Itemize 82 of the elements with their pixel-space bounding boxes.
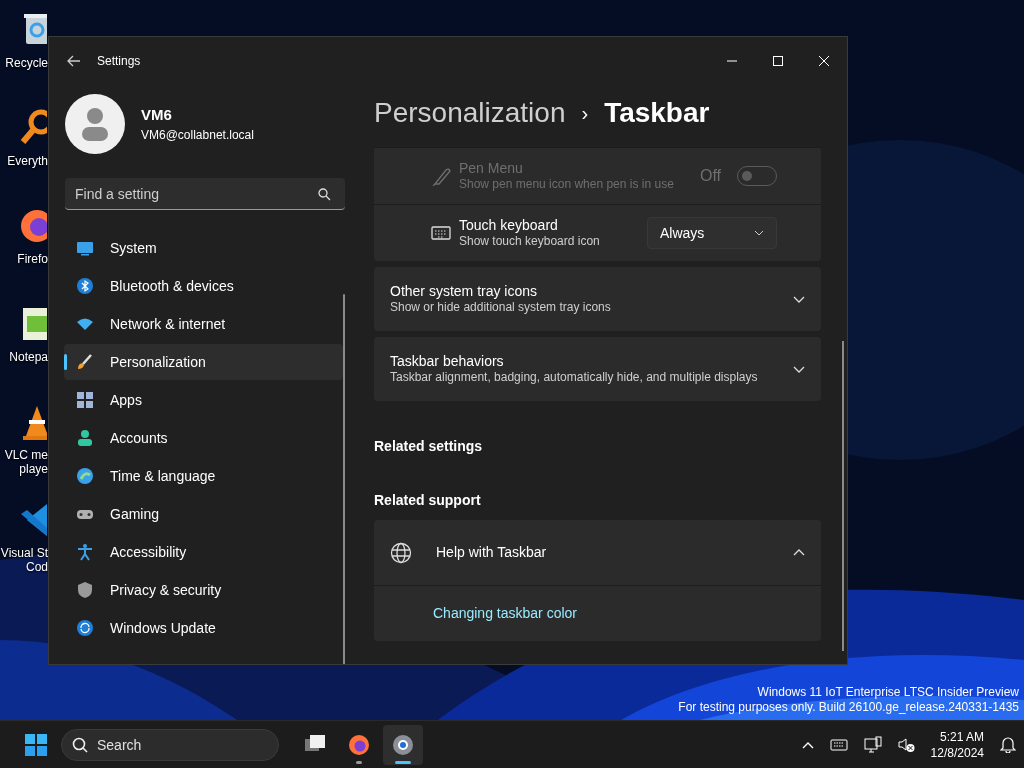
scrollbar[interactable] bbox=[842, 341, 844, 651]
nav-item[interactable]: Gaming bbox=[64, 496, 343, 532]
expander-header[interactable]: Help with Taskbar bbox=[374, 520, 821, 586]
pen-icon bbox=[431, 166, 451, 186]
setting-description: Show touch keyboard icon bbox=[459, 234, 601, 249]
setting-title: Pen Menu bbox=[459, 160, 524, 177]
chevron-down-icon bbox=[793, 295, 805, 303]
grid-icon bbox=[76, 391, 94, 409]
account-email: VM6@collabnet.local bbox=[141, 127, 254, 145]
maximize-icon bbox=[772, 55, 784, 67]
paintbrush-icon bbox=[76, 353, 94, 371]
dropdown[interactable]: Always bbox=[647, 217, 777, 249]
person-icon bbox=[80, 107, 110, 141]
page-title: Taskbar bbox=[604, 96, 710, 130]
clock-time: 5:21 AM bbox=[938, 728, 984, 745]
globe-icon bbox=[76, 467, 94, 485]
nav-item[interactable]: Network & internet bbox=[64, 306, 343, 342]
desktop-icon-label[interactable]: Visual St Cod bbox=[0, 546, 48, 574]
scrollbar[interactable] bbox=[343, 294, 345, 664]
chevron-up-icon bbox=[793, 549, 805, 556]
browser-icon bbox=[347, 732, 371, 757]
chevron-up-icon[interactable] bbox=[801, 740, 814, 749]
section-heading: Related support bbox=[374, 491, 482, 510]
selection-indicator bbox=[64, 354, 67, 370]
settings-search-field[interactable]: Find a setting bbox=[65, 178, 345, 210]
person-icon bbox=[76, 429, 94, 447]
taskbar-app[interactable] bbox=[383, 724, 423, 765]
build-info-line: For testing purposes only. Build 26100.ge_release.240331-1435 bbox=[678, 700, 1019, 715]
taskbar-search-field[interactable]: Search bbox=[61, 728, 279, 761]
desktop-icon-label[interactable]: VLC me playe bbox=[4, 448, 48, 476]
expander[interactable]: Other system tray icons Show or hide additional system tray icons bbox=[374, 267, 821, 331]
setting-title: Touch keyboard bbox=[459, 217, 559, 234]
breadcrumb-separator: › bbox=[581, 101, 589, 126]
refresh-icon bbox=[76, 619, 94, 637]
help-link[interactable]: Changing taskbar color bbox=[433, 603, 577, 624]
setting-description: Show or hide additional system tray icons bbox=[390, 300, 612, 315]
back-arrow-icon bbox=[65, 55, 81, 67]
expander[interactable]: Taskbar behaviors Taskbar alignment, badging, automatically hide, and multiple displays bbox=[374, 337, 821, 401]
accessibility-icon bbox=[76, 543, 94, 561]
avatar[interactable] bbox=[65, 94, 125, 154]
desktop-icon-label[interactable]: Recycle bbox=[5, 56, 48, 70]
setting-description: Show pen menu icon when pen is in use bbox=[459, 177, 675, 192]
network-icon[interactable] bbox=[863, 736, 882, 753]
chevron-down-icon bbox=[793, 365, 805, 373]
nav-item[interactable]: Accounts bbox=[64, 420, 343, 456]
monitor-icon bbox=[76, 239, 94, 257]
nav-item[interactable]: System bbox=[64, 230, 343, 266]
nav-item[interactable]: Privacy & security bbox=[64, 572, 343, 608]
section-heading: Related settings bbox=[374, 437, 484, 456]
window-title: Settings bbox=[97, 53, 141, 70]
account-name: VM6 bbox=[141, 104, 173, 125]
close-icon bbox=[818, 55, 830, 67]
setting-description: Taskbar alignment, badging, automatically hide, and multiple displays bbox=[390, 370, 759, 385]
nav-item[interactable]: Accessibility bbox=[64, 534, 343, 570]
desktop-icon-label[interactable]: Everyth bbox=[7, 154, 48, 168]
clock-date: 12/8/2024 bbox=[930, 744, 984, 761]
search-icon bbox=[318, 188, 331, 201]
setting-title: Other system tray icons bbox=[390, 283, 539, 300]
nav-item[interactable]: Apps bbox=[64, 382, 343, 418]
bell-icon[interactable] bbox=[1000, 736, 1016, 753]
toggle-state-label: Off bbox=[699, 166, 721, 186]
desktop-icon-label[interactable]: Notepa bbox=[9, 350, 48, 364]
chevron-down-icon bbox=[754, 230, 764, 236]
windows-logo-icon bbox=[25, 733, 47, 756]
breadcrumb-link[interactable]: Personalization bbox=[374, 92, 566, 134]
setting-title: Taskbar behaviors bbox=[390, 353, 505, 370]
globe-icon bbox=[390, 541, 412, 564]
nav-item[interactable]: Personalization bbox=[64, 344, 343, 380]
gear-icon bbox=[391, 732, 415, 757]
bluetooth-icon bbox=[76, 277, 94, 295]
keyboard-icon bbox=[431, 225, 451, 241]
desktop-icon-label[interactable]: Firefo bbox=[17, 252, 48, 266]
shield-icon bbox=[76, 581, 94, 599]
search-icon bbox=[72, 736, 88, 753]
nav-item[interactable]: Bluetooth & devices bbox=[64, 268, 343, 304]
clock[interactable]: 5:21 AM 12/8/2024 bbox=[930, 728, 984, 761]
nav-item[interactable]: Time & language bbox=[64, 458, 343, 494]
speaker-muted-icon[interactable] bbox=[897, 736, 915, 753]
nav-item[interactable]: Windows Update bbox=[64, 610, 343, 646]
build-info-line: Windows 11 IoT Enterprise LTSC Insider Preview bbox=[756, 685, 1019, 700]
keyboard-icon[interactable] bbox=[829, 738, 848, 751]
expander-title: Help with Taskbar bbox=[436, 544, 548, 561]
